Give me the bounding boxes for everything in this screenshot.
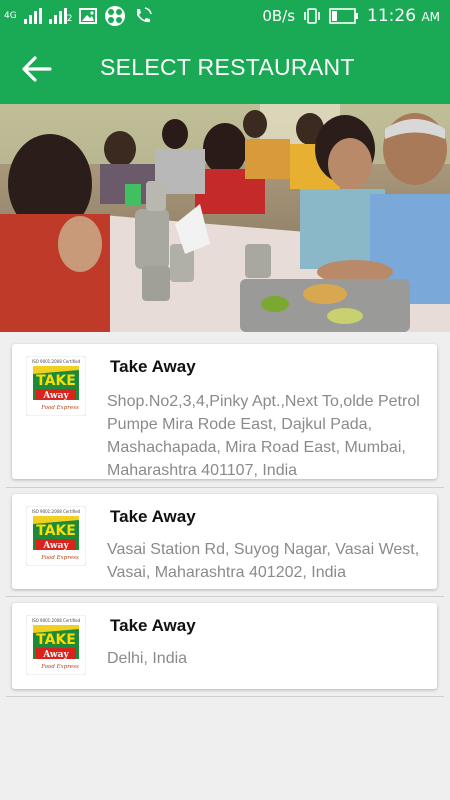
- restaurant-card[interactable]: ISO 9001:2008 Certified TAKE Away Food E…: [12, 344, 437, 479]
- app-icon: [105, 6, 126, 26]
- restaurant-hero-image: [0, 104, 450, 332]
- wifi-calling-icon: [137, 7, 153, 23]
- svg-text:TAKE: TAKE: [36, 373, 76, 389]
- svg-text:Away: Away: [42, 650, 69, 660]
- app-bar: SELECT RESTAURANT: [0, 32, 450, 104]
- svg-text:ISO 9001:2008 Certified: ISO 9001:2008 Certified: [32, 618, 81, 623]
- restaurant-name: Take Away: [110, 357, 196, 376]
- take-away-logo: ISO 9001:2008 Certified TAKE Away Food E…: [25, 614, 87, 676]
- take-away-logo: ISO 9001:2008 Certified TAKE Away Food E…: [25, 355, 87, 417]
- signal-icon: [48, 8, 67, 24]
- vibrate-icon: [304, 8, 320, 24]
- svg-text:Food Express: Food Express: [40, 555, 79, 561]
- restaurant-address: Vasai Station Rd, Suyog Nagar, Vasai Wes…: [107, 541, 420, 581]
- restaurant-card[interactable]: ISO 9001:2008 Certified TAKE Away Food E…: [12, 494, 437, 589]
- divider: [6, 487, 444, 488]
- status-bar: 4G 2 0B/s 11:26 AM: [0, 0, 450, 32]
- divider: [6, 596, 444, 597]
- signal-icon: [23, 8, 42, 24]
- network-type: 4G: [4, 10, 17, 21]
- clock: 11:26 AM: [367, 6, 440, 26]
- restaurant-address: Shop.No2,3,4,Pinky Apt.,Next To,olde Pet…: [107, 393, 420, 479]
- battery-icon: [329, 8, 359, 24]
- restaurant-name: Take Away: [110, 507, 196, 526]
- arrow-left-icon[interactable]: [20, 52, 54, 86]
- svg-text:TAKE: TAKE: [36, 523, 76, 539]
- take-away-logo: ISO 9001:2008 Certified TAKE Away Food E…: [25, 505, 87, 567]
- svg-text:Food Express: Food Express: [40, 405, 79, 411]
- svg-text:ISO 9001:2008 Certified: ISO 9001:2008 Certified: [32, 509, 81, 514]
- svg-text:Away: Away: [42, 391, 69, 401]
- svg-text:Away: Away: [42, 541, 69, 551]
- page-title: SELECT RESTAURANT: [100, 54, 355, 80]
- svg-text:Food Express: Food Express: [40, 664, 79, 670]
- image-icon: [79, 8, 98, 24]
- restaurant-card[interactable]: ISO 9001:2008 Certified TAKE Away Food E…: [12, 603, 437, 689]
- net-speed: 0B/s: [262, 7, 296, 25]
- restaurant-address: Delhi, India: [107, 650, 188, 667]
- sim2-label: 2: [66, 14, 73, 24]
- svg-text:TAKE: TAKE: [36, 632, 76, 648]
- svg-text:ISO 9001:2008 Certified: ISO 9001:2008 Certified: [32, 359, 81, 364]
- restaurant-name: Take Away: [110, 616, 196, 635]
- divider: [6, 696, 444, 697]
